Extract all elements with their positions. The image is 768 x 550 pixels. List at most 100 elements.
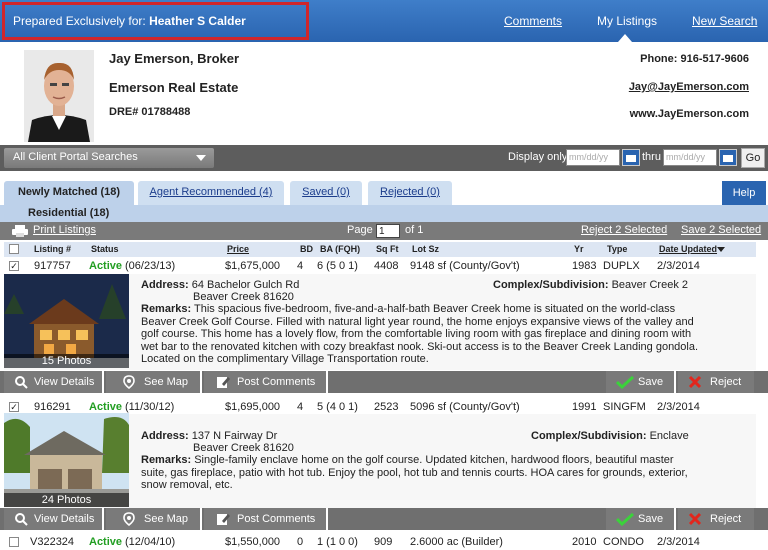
x-icon — [688, 375, 702, 389]
reject-label: Reject — [710, 513, 742, 525]
listing-number: V322324 — [30, 536, 75, 548]
col-ba[interactable]: BA (FQH) — [320, 244, 360, 254]
complex-value: Beaver Creek 2 — [611, 279, 689, 291]
listing-number: 917757 — [34, 260, 71, 272]
bedrooms: 4 — [297, 401, 304, 413]
bathrooms: 5 (4 0 1) — [317, 401, 358, 413]
save-selected-link[interactable]: Save 2 Selected — [681, 224, 761, 236]
see-map-button[interactable]: See Map — [106, 371, 202, 393]
page-label: Page — [347, 224, 373, 236]
page-number-input[interactable]: 1 — [376, 224, 400, 238]
col-listing-no[interactable]: Listing # — [34, 244, 71, 254]
reject-selected-link[interactable]: Reject 2 Selected — [581, 224, 667, 236]
agent-website[interactable]: www.JayEmerson.com — [630, 108, 749, 120]
save-button[interactable]: Save — [606, 508, 676, 530]
tab-newly-matched[interactable]: Newly Matched (18) — [4, 181, 134, 205]
row-checkbox[interactable] — [9, 537, 19, 547]
col-sqft[interactable]: Sq Ft — [376, 244, 399, 254]
tab-rejected[interactable]: Rejected (0) — [368, 181, 452, 205]
view-details-button[interactable]: View Details — [4, 508, 104, 530]
checkmark-icon — [616, 375, 634, 389]
date-from-input[interactable]: mm/dd/yy — [566, 149, 620, 166]
search-bar: All Client Portal Searches Display only … — [0, 145, 768, 171]
square-feet: 4408 — [374, 260, 399, 272]
page-number-value: 1 — [379, 226, 385, 237]
col-yr[interactable]: Yr — [574, 244, 584, 254]
print-listings-link[interactable]: Print Listings — [33, 224, 96, 236]
x-icon — [688, 512, 702, 526]
page-count: of 1 — [405, 224, 424, 236]
see-map-button[interactable]: See Map — [106, 508, 202, 530]
row-checkbox[interactable]: ✓ — [9, 402, 19, 412]
table-row[interactable]: V322324 Active (12/04/10) $1,550,000 0 1… — [0, 535, 768, 550]
bedrooms: 0 — [297, 536, 304, 548]
col-price[interactable]: Price — [227, 244, 249, 254]
col-bd[interactable]: BD — [300, 244, 313, 254]
reject-button[interactable]: Reject — [678, 371, 754, 393]
nav-comments[interactable]: Comments — [504, 14, 562, 28]
see-map-label: See Map — [144, 376, 189, 388]
status-text: Active — [89, 260, 123, 272]
section-title: Residential (18) — [0, 205, 768, 222]
date-to-input[interactable]: mm/dd/yy — [663, 149, 717, 166]
tabs-row: Newly Matched (18) Agent Recommended (4)… — [0, 171, 768, 205]
top-bar: Prepared Exclusively for: Heather S Cald… — [0, 0, 768, 42]
agent-company: Emerson Real Estate — [109, 80, 239, 95]
col-date-updated[interactable]: Date Updated — [659, 244, 717, 254]
save-button[interactable]: Save — [606, 371, 676, 393]
complex-label: Complex/Subdivision: — [531, 430, 647, 442]
price: $1,675,000 — [225, 260, 281, 272]
magnifier-icon — [15, 513, 28, 526]
tab-saved[interactable]: Saved (0) — [290, 181, 362, 205]
complex-label: Complex/Subdivision: — [493, 279, 609, 291]
prepared-for-banner: Prepared Exclusively for: Heather S Cald… — [2, 2, 309, 40]
tab-agent-recommended[interactable]: Agent Recommended (4) — [138, 181, 284, 205]
reject-button[interactable]: Reject — [678, 508, 754, 530]
calendar-icon[interactable] — [622, 149, 640, 166]
agent-email-link[interactable]: Jay@JayEmerson.com — [629, 81, 749, 93]
save-label: Save — [638, 376, 664, 388]
remarks-text: Single-family enclave home on the golf c… — [141, 454, 688, 492]
prepared-label: Prepared Exclusively for: — [13, 14, 146, 28]
status-date: (11/30/12) — [125, 401, 175, 413]
remarks-label: Remarks: — [141, 454, 192, 466]
agent-phone: Phone: 916-517-9606 — [640, 53, 749, 65]
help-button[interactable]: Help — [722, 181, 766, 205]
printer-icon[interactable] — [12, 225, 28, 237]
post-comments-label: Post Comments — [237, 513, 316, 525]
post-comments-button[interactable]: Post Comments — [204, 371, 328, 393]
date-updated: 2/3/2014 — [657, 536, 700, 548]
listing-number: 916291 — [34, 401, 71, 413]
photo-count: 24 Photos — [4, 493, 129, 507]
calendar-icon[interactable] — [719, 149, 737, 166]
nav-new-search[interactable]: New Search — [692, 14, 757, 28]
col-lot[interactable]: Lot Sz — [412, 244, 439, 254]
year-built: 2010 — [572, 536, 597, 548]
portal-search-select[interactable]: All Client Portal Searches — [4, 148, 214, 168]
square-feet: 2523 — [374, 401, 399, 413]
post-comments-button[interactable]: Post Comments — [204, 508, 328, 530]
col-type[interactable]: Type — [607, 244, 627, 254]
listing-address: Address: 137 N Fairway Dr — [141, 430, 277, 443]
bedrooms: 4 — [297, 260, 304, 272]
chevron-down-icon — [196, 155, 206, 161]
view-details-button[interactable]: View Details — [4, 371, 104, 393]
row-checkbox[interactable]: ✓ — [9, 261, 19, 271]
address-line-1: 137 N Fairway Dr — [191, 430, 278, 442]
property-type: DUPLX — [603, 260, 640, 272]
table-row[interactable]: ✓ 917757 Active (06/23/13) $1,675,000 4 … — [0, 259, 768, 274]
listing-photo[interactable]: 24 Photos — [4, 413, 129, 507]
listing-actions: View Details See Map Post Comments Save … — [0, 508, 768, 530]
post-comments-label: Post Comments — [237, 376, 316, 388]
remarks-label: Remarks: — [141, 303, 192, 315]
portal-search-select-value: All Client Portal Searches — [13, 151, 138, 163]
select-all-checkbox[interactable] — [9, 244, 19, 254]
agent-photo — [24, 50, 94, 142]
nav-my-listings[interactable]: My Listings — [597, 14, 657, 28]
active-nav-indicator — [618, 34, 632, 42]
client-name: Heather S Calder — [149, 14, 246, 28]
go-button[interactable]: Go — [741, 148, 765, 168]
listing-complex: Complex/Subdivision: Enclave — [531, 430, 689, 443]
listing-photo[interactable]: 15 Photos — [4, 274, 129, 368]
col-status[interactable]: Status — [91, 244, 119, 254]
